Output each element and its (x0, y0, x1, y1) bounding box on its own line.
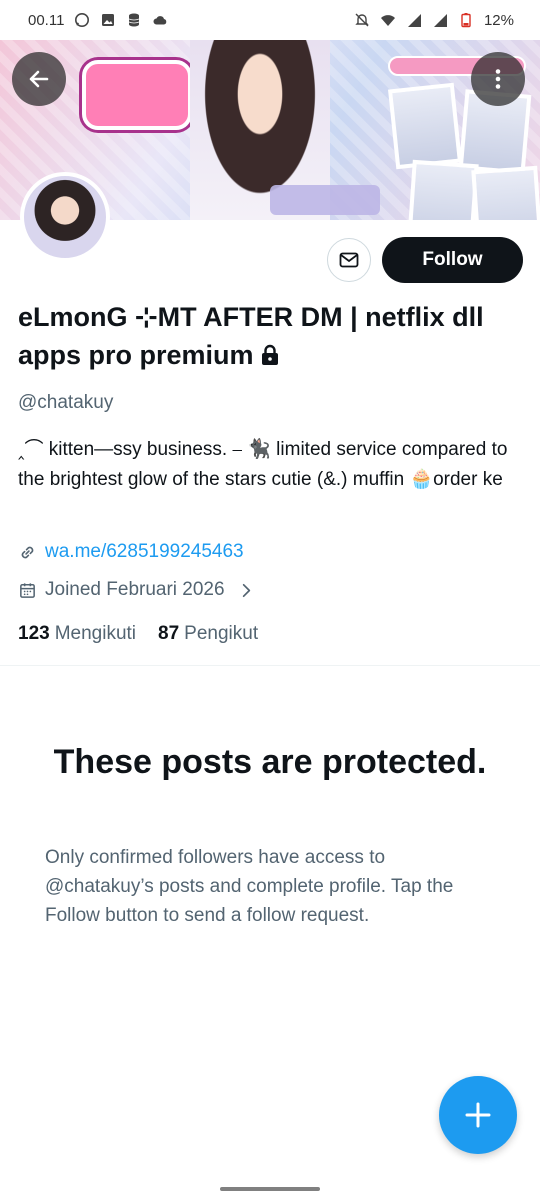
more-options-button[interactable] (471, 52, 525, 106)
following-label: Mengikuti (54, 623, 137, 644)
status-bar: 00.11 12% (0, 0, 540, 40)
bell-muted-icon (354, 12, 370, 28)
avatar[interactable] (20, 172, 110, 262)
signal-icon (406, 12, 422, 28)
banner-logo-graphic (82, 60, 192, 130)
gallery-icon (100, 12, 116, 28)
wifi-icon (380, 12, 396, 28)
status-time: 00.11 (28, 11, 65, 29)
followers-label: Pengikut (184, 623, 259, 644)
banner-photo (471, 165, 540, 220)
website-link[interactable]: wa.me/6285199245463 (45, 541, 244, 563)
whatsapp-icon (74, 12, 90, 28)
envelope-icon (339, 252, 359, 268)
website-row: wa.me/6285199245463 (18, 541, 244, 563)
calendar-icon (20, 582, 35, 598)
signal-icon (432, 12, 448, 28)
joined-row[interactable]: Joined Februari 2026 (18, 579, 256, 601)
chevron-right-icon (242, 583, 250, 597)
followers-count-link[interactable]: 87 Pengikut (158, 623, 258, 645)
divider (0, 665, 540, 666)
home-indicator[interactable] (220, 1187, 320, 1191)
follow-counts: 123 Mengikuti 87 Pengikut (18, 623, 258, 645)
display-name: eLmonG ⊹MT AFTER DM | netflix dll apps p… (18, 302, 484, 370)
protected-title: These posts are protected. (53, 743, 487, 781)
more-vertical-icon (495, 69, 501, 89)
plus-icon (465, 1102, 491, 1128)
banner-photo (387, 82, 463, 170)
protected-description: Only confirmed followers have access to … (45, 847, 454, 926)
battery-percentage: 12% (483, 11, 514, 29)
following-count-link[interactable]: 123 Mengikuti (18, 623, 136, 645)
database-icon (126, 12, 142, 28)
status-bar-right: 12% (354, 12, 514, 29)
back-button[interactable] (12, 52, 66, 106)
joined-date: Joined Februari 2026 (45, 579, 225, 600)
arrow-left-icon (29, 70, 49, 88)
compose-button[interactable] (439, 1076, 517, 1154)
status-bar-left: 00.11 (28, 12, 168, 29)
following-count: 123 (18, 623, 50, 644)
followers-count: 87 (158, 623, 180, 644)
cloud-icon (152, 12, 168, 28)
lock-icon (261, 344, 278, 365)
battery-icon (458, 12, 474, 28)
banner-caption-graphic (270, 185, 380, 215)
banner-photo (407, 159, 479, 220)
follow-button[interactable]: Follow (382, 237, 523, 283)
profile-bio: ‸⌒ kitten—ssy business. ⎯ 🐈‍⬛ limited se… (18, 439, 508, 490)
link-icon (21, 546, 34, 558)
message-button[interactable] (327, 238, 371, 282)
username-handle: @chatakuy (18, 392, 114, 413)
display-name-row: eLmonG ⊹MT AFTER DM | netflix dll apps p… (18, 298, 518, 374)
